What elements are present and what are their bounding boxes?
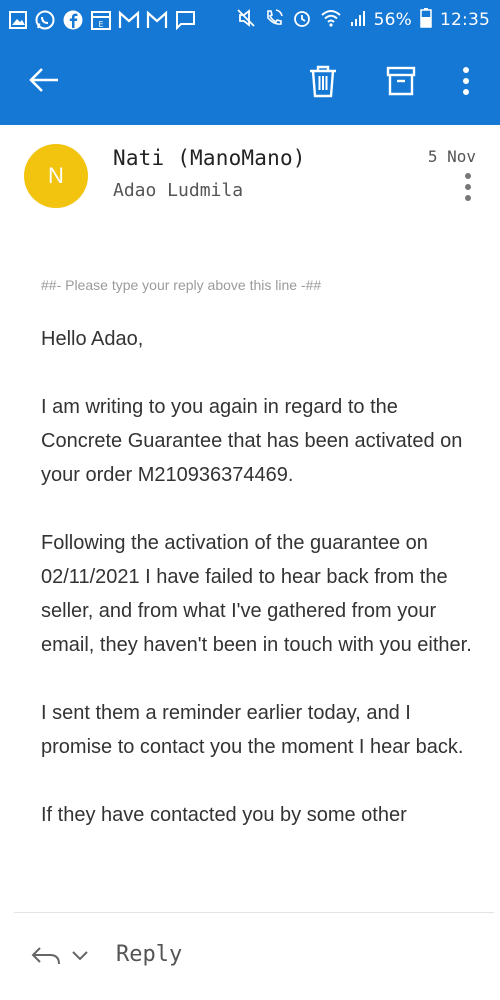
notification-icons: E — [8, 8, 196, 32]
sender-name: Nati (ManoMano) — [113, 146, 306, 170]
message-more-button[interactable] — [457, 172, 479, 206]
message-icon — [174, 10, 196, 30]
avatar[interactable]: N — [24, 144, 88, 208]
message-body: Hello Adao, I am writing to you again in… — [41, 322, 481, 866]
message-date: 5 Nov — [427, 147, 476, 166]
whatsapp-icon — [34, 9, 56, 31]
gmail-icon — [118, 10, 140, 30]
divider — [14, 912, 494, 913]
status-bar: E 56% 12:35 — [0, 0, 500, 40]
wifi-calling-icon — [264, 8, 284, 33]
delete-icon — [308, 64, 338, 103]
app-bar — [0, 40, 500, 125]
archive-icon — [386, 65, 416, 102]
facebook-icon — [62, 9, 84, 31]
back-button[interactable] — [20, 62, 68, 102]
more-vertical-icon — [462, 66, 470, 101]
battery-percent: 56% — [373, 10, 412, 30]
body-paragraph: Following the activation of the guarante… — [41, 532, 472, 656]
top-bar: E 56% 12:35 — [0, 0, 500, 125]
more-options-button[interactable] — [448, 60, 484, 106]
wifi-icon — [320, 8, 342, 33]
body-paragraph: Hello Adao, — [41, 328, 144, 350]
calendar-icon: E — [90, 9, 112, 31]
more-vertical-icon — [464, 172, 472, 207]
chevron-down-icon — [70, 949, 90, 968]
recipient-name: Adao Ludmila — [113, 180, 244, 201]
clock: 12:35 — [440, 10, 490, 30]
reply-button[interactable]: Reply — [116, 942, 182, 967]
system-status: 56% 12:35 — [236, 7, 490, 33]
battery-icon — [420, 7, 432, 33]
reply-above-line: ##- Please type your reply above this li… — [41, 277, 322, 293]
svg-text:E: E — [98, 20, 103, 29]
body-paragraph: I am writing to you again in regard to t… — [41, 396, 463, 486]
body-paragraph: I sent them a reminder earlier today, an… — [41, 702, 464, 758]
mute-icon — [236, 8, 256, 33]
reply-options-button[interactable] — [30, 944, 90, 973]
gallery-icon — [8, 10, 28, 30]
alarm-icon — [292, 8, 312, 33]
archive-button[interactable] — [378, 60, 424, 106]
delete-button[interactable] — [300, 60, 346, 106]
back-arrow-icon — [28, 66, 60, 99]
gmail-icon — [146, 10, 168, 30]
signal-icon — [350, 9, 366, 32]
body-paragraph: If they have contacted you by some other — [41, 804, 407, 826]
reply-arrow-icon — [30, 944, 62, 973]
